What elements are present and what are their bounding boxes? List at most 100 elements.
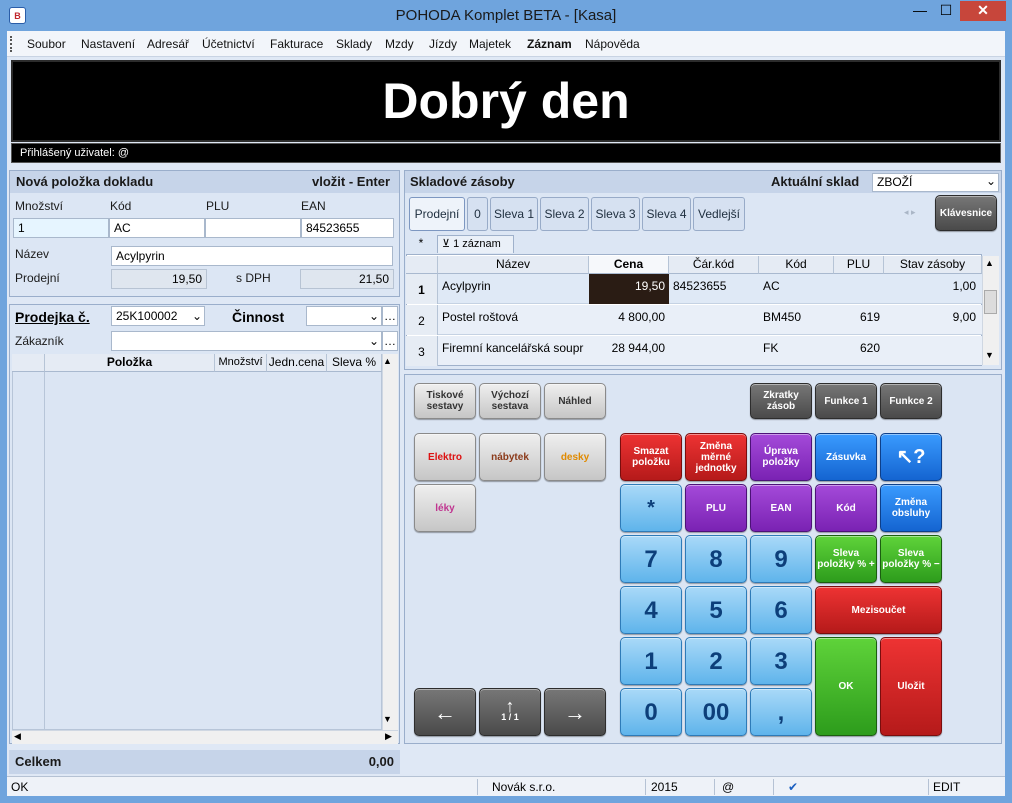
drawer-button[interactable]: Zásuvka <box>815 433 877 481</box>
menu-napoveda[interactable]: Nápověda <box>585 37 640 51</box>
menu-fakturace[interactable]: Fakturace <box>270 37 323 51</box>
filter-tab[interactable]: ⊻ 1 záznam <box>437 235 514 253</box>
menu-majetek[interactable]: Majetek <box>469 37 511 51</box>
ean-input[interactable]: 84523655 <box>301 218 394 238</box>
stock-col-code[interactable]: Kód <box>759 256 834 274</box>
plu-button[interactable]: PLU <box>685 484 747 532</box>
table-row[interactable]: 1 Acylpyrin 19,50 84523655 AC 1,00 <box>406 274 982 304</box>
digit-4[interactable]: 4 <box>620 586 682 634</box>
receipt-vscrollbar[interactable] <box>382 354 398 730</box>
customer-select[interactable]: ⌄ <box>111 331 382 351</box>
col-unit-price[interactable]: Jedn.cena <box>267 354 327 372</box>
function1-button[interactable]: Funkce 1 <box>815 383 877 419</box>
digit-9[interactable]: 9 <box>750 535 812 583</box>
edit-item-button[interactable]: Úprava položky <box>750 433 812 481</box>
scroll-left-icon[interactable]: ◀ <box>14 731 21 742</box>
stock-shortcuts-button[interactable]: Zkratky zásob <box>750 383 812 419</box>
function2-button[interactable]: Funkce 2 <box>880 383 942 419</box>
col-item[interactable]: Položka <box>45 354 215 372</box>
code-button[interactable]: Kód <box>815 484 877 532</box>
digit-8[interactable]: 8 <box>685 535 747 583</box>
scroll-down-icon[interactable]: ▼ <box>383 714 392 724</box>
stock-col-barcode[interactable]: Čár.kód <box>669 256 759 274</box>
menu-mzdy[interactable]: Mzdy <box>385 37 414 51</box>
table-row[interactable]: 3 Firemní kancelářská soupr 28 944,00 FK… <box>406 336 982 366</box>
preview-button[interactable]: Náhled <box>544 383 606 419</box>
scroll-top-icon[interactable]: ▲ <box>985 258 994 268</box>
tab-0[interactable]: 0 <box>467 197 488 231</box>
minimize-button[interactable]: — <box>907 1 933 21</box>
stock-col-plu[interactable]: PLU <box>834 256 884 274</box>
delete-item-button[interactable]: Smazat položku <box>620 433 682 481</box>
keyboard-button[interactable]: Klávesnice <box>935 195 997 231</box>
category-leky[interactable]: léky <box>414 484 476 532</box>
ok-button[interactable]: OK <box>815 637 877 736</box>
digit-7[interactable]: 7 <box>620 535 682 583</box>
warehouse-select[interactable]: ZBOŽÍ ⌄ <box>872 173 999 192</box>
category-nabytek[interactable]: nábytek <box>479 433 541 481</box>
digit-00[interactable]: 00 <box>685 688 747 736</box>
receipt-number-select[interactable]: 25K100002 ⌄ <box>111 306 205 326</box>
digit-0[interactable]: 0 <box>620 688 682 736</box>
filter-star[interactable]: * <box>410 236 432 253</box>
print-sets-button[interactable]: Tiskové sestavy <box>414 383 476 419</box>
col-discount[interactable]: Sleva % <box>327 354 382 372</box>
menu-ucetnictvi[interactable]: Účetnictví <box>202 37 255 51</box>
save-button[interactable]: Uložit <box>880 637 942 736</box>
col-qty[interactable]: Množství <box>215 354 267 372</box>
menu-zaznam[interactable]: Záznam <box>527 37 572 51</box>
tab-prodejni[interactable]: Prodejní <box>409 197 465 231</box>
discount-minus-button[interactable]: Sleva položky % − <box>880 535 942 583</box>
digit-1[interactable]: 1 <box>620 637 682 685</box>
menu-adresar[interactable]: Adresář <box>147 37 189 51</box>
category-elektro[interactable]: Elektro <box>414 433 476 481</box>
close-button[interactable]: ✕ <box>960 1 1006 21</box>
activity-more-button[interactable]: … <box>382 306 398 326</box>
change-operator-button[interactable]: Změna obsluhy <box>880 484 942 532</box>
receipt-items-grid[interactable] <box>12 354 382 730</box>
digit-6[interactable]: 6 <box>750 586 812 634</box>
table-row[interactable]: 2 Postel roštová 4 800,00 BM450 619 9,00 <box>406 305 982 335</box>
maximize-button[interactable]: ☐ <box>933 1 959 21</box>
menu-nastaveni[interactable]: Nastavení <box>81 37 135 51</box>
arrow-right-icon[interactable]: → <box>544 688 606 736</box>
help-button[interactable]: ↖? <box>880 433 942 481</box>
name-input[interactable]: Acylpyrin <box>111 246 393 266</box>
page-up-button[interactable]: ↑ 1 / 1 <box>479 688 541 736</box>
category-desky[interactable]: desky <box>544 433 606 481</box>
menu-sklady[interactable]: Sklady <box>336 37 372 51</box>
tab-sleva4[interactable]: Sleva 4 <box>642 197 691 231</box>
menu-jizdy[interactable]: Jízdy <box>429 37 457 51</box>
scroll-bottom-icon[interactable]: ▼ <box>985 350 994 360</box>
digit-3[interactable]: 3 <box>750 637 812 685</box>
change-unit-button[interactable]: Změna měrné jednotky <box>685 433 747 481</box>
tab-vedlejsi[interactable]: Vedlejší <box>693 197 745 231</box>
plu-input[interactable] <box>205 218 301 238</box>
scroll-thumb[interactable] <box>984 290 997 314</box>
digit-2[interactable]: 2 <box>685 637 747 685</box>
decimal-comma[interactable]: , <box>750 688 812 736</box>
default-set-button[interactable]: Výchozí sestava <box>479 383 541 419</box>
menu-soubor[interactable]: Soubor <box>27 37 66 51</box>
stock-col-price[interactable]: Cena <box>589 256 669 274</box>
activity-select[interactable]: ⌄ <box>306 306 382 326</box>
digit-5[interactable]: 5 <box>685 586 747 634</box>
tabs-scroll-icon[interactable]: ◂ ▸ <box>904 207 916 218</box>
star-button[interactable]: * <box>620 484 682 532</box>
stock-col-name[interactable]: Název <box>438 256 589 274</box>
discount-plus-button[interactable]: Sleva položky % + <box>815 535 877 583</box>
scroll-right-icon[interactable]: ▶ <box>385 731 392 742</box>
qty-input[interactable]: 1 <box>13 218 109 238</box>
arrow-left-icon[interactable]: ← <box>414 688 476 736</box>
scroll-up-icon[interactable]: ▲ <box>383 356 392 366</box>
tab-sleva2[interactable]: Sleva 2 <box>540 197 589 231</box>
stock-col-stock[interactable]: Stav zásoby <box>884 256 982 274</box>
ean-button[interactable]: EAN <box>750 484 812 532</box>
receipt-hscrollbar[interactable] <box>12 730 398 744</box>
tab-sleva3[interactable]: Sleva 3 <box>591 197 640 231</box>
menu-grip[interactable] <box>10 36 13 52</box>
customer-more-button[interactable]: … <box>382 331 398 351</box>
code-input[interactable]: AC <box>109 218 205 238</box>
subtotal-button[interactable]: Mezisoučet <box>815 586 942 634</box>
tab-sleva1[interactable]: Sleva 1 <box>490 197 538 231</box>
